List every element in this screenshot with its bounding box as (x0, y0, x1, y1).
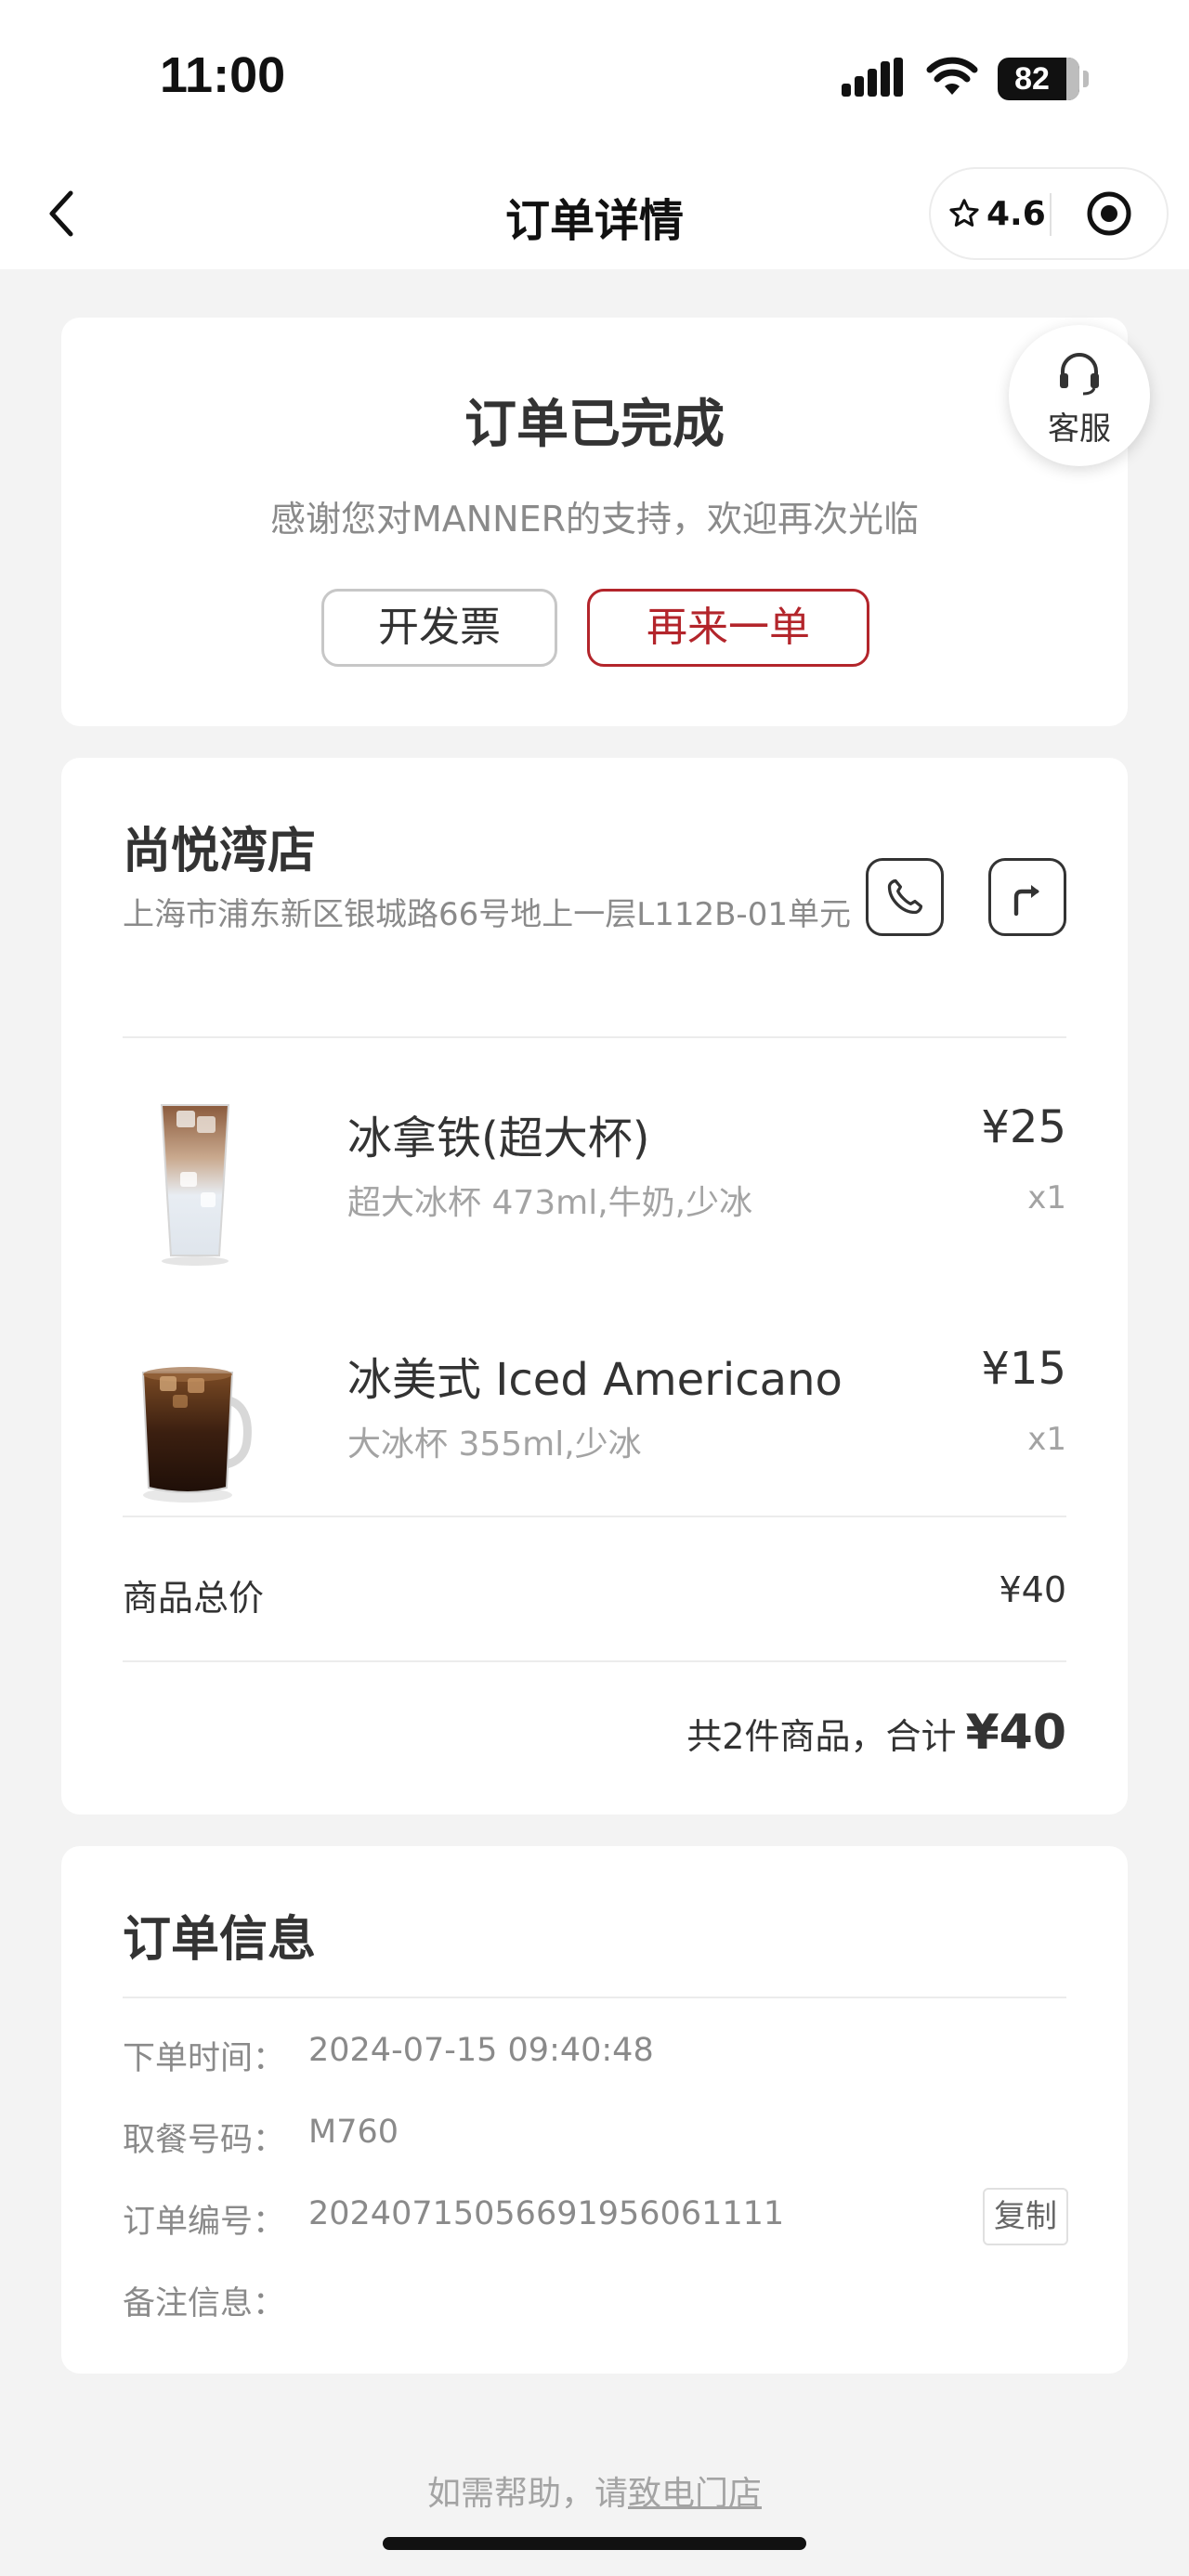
divider (123, 1516, 1066, 1517)
call-store-button[interactable] (866, 858, 944, 936)
headset-icon (1060, 353, 1099, 396)
info-value: M760 (308, 2114, 399, 2151)
star-icon (949, 199, 979, 227)
order-status-card: 订单已完成 感谢您对MANNER的支持，欢迎再次光临 开发票 再来一单 (61, 318, 1128, 726)
item-quantity: x1 (1027, 1179, 1066, 1216)
copy-order-number-button[interactable]: 复制 (983, 2188, 1068, 2245)
item-quantity: x1 (1027, 1421, 1066, 1458)
battery-level: 82 (1014, 61, 1050, 97)
reorder-button[interactable]: 再来一单 (587, 589, 869, 667)
divider (123, 1036, 1066, 1038)
order-info-title: 订单信息 (123, 1912, 317, 1968)
order-item: 冰拿铁(超大杯) 超大冰杯 473ml,牛奶,少冰 ¥25 x1 (61, 1083, 1128, 1268)
navigate-button[interactable] (988, 858, 1066, 936)
order-status-subtitle: 感谢您对MANNER的支持，欢迎再次光临 (269, 499, 920, 540)
call-store-link[interactable]: 致电门店 (628, 2475, 762, 2513)
cellular-signal-icon (842, 58, 903, 97)
iced-latte-image (160, 1104, 230, 1266)
info-label: 取餐号码： (123, 2122, 286, 2159)
help-footer: 如需帮助，请致电门店 (0, 2466, 1189, 2515)
help-text: 如需帮助，请 (426, 2475, 628, 2513)
subtotal-label: 商品总价 (123, 1578, 265, 1619)
total-text: 共2件商品，合计 (686, 1716, 957, 1757)
status-time: 11:00 (160, 47, 286, 103)
total-amount: ¥40 (965, 1705, 1066, 1761)
home-indicator[interactable] (383, 2537, 806, 2550)
info-value: 20240715056691956061111 (308, 2195, 785, 2232)
order-status-title: 订单已完成 (464, 395, 725, 455)
order-details-card: 尚悦湾店 上海市浦东新区银城路66号地上一层L112B-01单元 冰拿铁(超大杯… (61, 758, 1128, 1815)
capsule-divider (1050, 193, 1052, 236)
battery-icon: 82 (998, 58, 1079, 100)
info-value: 2024-07-15 09:40:48 (308, 2032, 654, 2069)
item-spec: 超大冰杯 473ml,牛奶,少冰 (347, 1184, 753, 1222)
mini-program-capsule: 4.6 (929, 167, 1169, 260)
close-target-icon[interactable] (1085, 189, 1133, 238)
iced-americano-image (141, 1367, 252, 1503)
directions-icon (1013, 885, 1039, 917)
subtotal-value: ¥40 (999, 1569, 1066, 1610)
divider (123, 1997, 1066, 1998)
info-label: 订单编号： (123, 2204, 286, 2241)
store-name: 尚悦湾店 (123, 824, 317, 879)
item-name: 冰美式 Iced Americano (347, 1354, 843, 1406)
rating-value: 4.6 (986, 194, 1046, 233)
info-label: 备注信息： (123, 2285, 286, 2322)
customer-service-label: 客服 (1048, 410, 1111, 448)
customer-service-button[interactable]: 客服 (1009, 325, 1150, 466)
item-price: ¥15 (981, 1343, 1066, 1395)
item-name: 冰拿铁(超大杯) (347, 1112, 650, 1164)
status-bar: 11:00 82 (0, 0, 1189, 158)
battery-cap (1083, 71, 1089, 87)
rating-button[interactable]: 4.6 (947, 169, 1046, 258)
item-spec: 大冰杯 355ml,少冰 (347, 1425, 642, 1464)
nav-bar: 订单详情 4.6 (0, 158, 1189, 269)
phone-icon (887, 878, 923, 915)
invoice-button[interactable]: 开发票 (321, 589, 557, 667)
order-total: 共2件商品，合计 ¥40 (686, 1705, 1066, 1761)
order-item: 冰美式 Iced Americano 大冰杯 355ml,少冰 ¥15 x1 (61, 1324, 1128, 1510)
store-address: 上海市浦东新区银城路66号地上一层L112B-01单元 (123, 896, 851, 933)
divider (123, 1660, 1066, 1662)
wifi-icon (926, 57, 978, 95)
item-price: ¥25 (981, 1101, 1066, 1153)
info-label: 下单时间： (123, 2040, 286, 2077)
order-info-card: 订单信息 下单时间： 2024-07-15 09:40:48 取餐号码： M76… (61, 1846, 1128, 2374)
